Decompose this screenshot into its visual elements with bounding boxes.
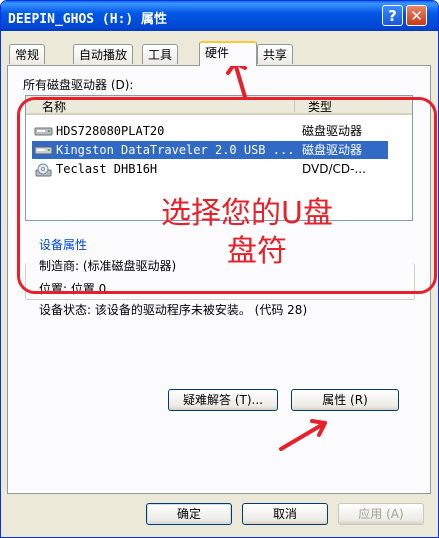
drive-type: 磁盘驱动器 bbox=[302, 124, 363, 138]
drive-name: Teclast DHB16H bbox=[56, 162, 158, 176]
help-button[interactable]: ? bbox=[382, 5, 403, 26]
troubleshoot-button[interactable]: 疑难解答 (T)... bbox=[168, 389, 278, 411]
device-status-text: 设备状态: 该设备的驱动程序未被安装。 (代码 28) bbox=[39, 303, 308, 317]
column-separator[interactable] bbox=[294, 98, 295, 112]
apply-button[interactable]: 应用 (A) bbox=[338, 503, 424, 525]
list-item[interactable]: Kingston DataTraveler 2.0 USB ... 磁盘驱动器 bbox=[32, 141, 388, 159]
list-item[interactable]: Teclast DHB16H DVD/CD-... bbox=[32, 160, 388, 178]
tab-tools[interactable]: 工具 bbox=[142, 44, 179, 64]
window-title: DEEPIN_GHOS (H:) 属性 bbox=[8, 12, 168, 27]
manufacturer-text: 制造商: (标准磁盘驱动器) bbox=[39, 259, 177, 273]
properties-dialog: DEEPIN_GHOS (H:) 属性 ? ✕ 常规 自动播放 工具 硬件 共享… bbox=[0, 0, 439, 538]
location-text: 位置: 位置 0 bbox=[39, 282, 107, 296]
drive-list-caption: 所有磁盘驱动器 (D): bbox=[23, 78, 134, 92]
list-item[interactable]: HDS728080PLAT20 磁盘驱动器 bbox=[32, 122, 388, 140]
tab-hardware[interactable]: 硬件 bbox=[199, 41, 257, 66]
disk-drive-icon bbox=[34, 127, 53, 136]
column-type[interactable]: 类型 bbox=[308, 98, 332, 115]
column-name[interactable]: 名称 bbox=[42, 98, 66, 115]
properties-button[interactable]: 属性 (R) bbox=[291, 389, 399, 411]
cd-drive-icon bbox=[35, 163, 52, 177]
device-properties-title: 设备属性 bbox=[39, 238, 88, 252]
cancel-button[interactable]: 取消 bbox=[242, 503, 328, 525]
drive-type: DVD/CD-... bbox=[302, 162, 366, 176]
annotation-line-1: 选择您的U盘 bbox=[161, 196, 333, 231]
close-button[interactable]: ✕ bbox=[406, 5, 427, 26]
title-bar[interactable]: DEEPIN_GHOS (H:) 属性 ? ✕ bbox=[1, 1, 438, 31]
annotation-arrow-right-icon bbox=[279, 419, 327, 451]
drive-name: Kingston DataTraveler 2.0 USB ... bbox=[56, 143, 295, 157]
tab-general[interactable]: 常规 bbox=[9, 44, 46, 64]
tab-autoplay[interactable]: 自动播放 bbox=[73, 44, 134, 64]
drive-name: HDS728080PLAT20 bbox=[56, 124, 165, 138]
usb-drive-icon bbox=[34, 146, 53, 155]
annotation-line-2: 盘符 bbox=[227, 234, 287, 269]
ok-button[interactable]: 确定 bbox=[146, 503, 232, 525]
drive-type: 磁盘驱动器 bbox=[302, 143, 363, 157]
list-header: 名称 类型 bbox=[26, 96, 412, 115]
